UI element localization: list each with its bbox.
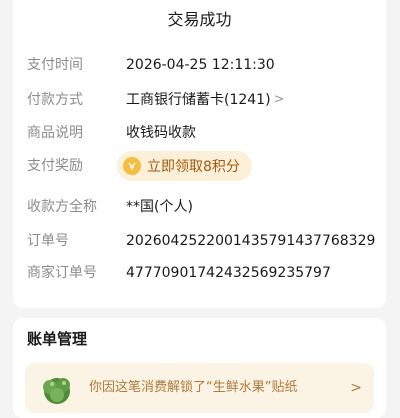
status-title: 交易成功 — [167, 10, 232, 29]
detail-row-pay-time: 支付时间 2026-04-25 12:11:30 — [13, 54, 386, 76]
detail-row-description: 商品说明 收钱码收款 — [13, 122, 386, 144]
chevron-right-icon: > — [350, 380, 362, 396]
description-value: 收钱码收款 — [126, 125, 196, 141]
payee-value: **国(个人) — [126, 199, 193, 215]
transaction-details-card: 交易成功 支付时间 2026-04-25 12:11:30 付款方式 工商银行储… — [13, 0, 386, 308]
order-id-value: 20260425220014357914377683​29 — [126, 233, 376, 249]
payment-method-text: 工商银行储蓄卡(1241) — [126, 92, 271, 108]
payment-method-value[interactable]: 工商银行储蓄卡(1241) > — [126, 89, 284, 111]
pay-time-value: 2026-04-25 12:11:30 — [126, 57, 275, 73]
coin-icon — [123, 157, 141, 175]
detail-row-payee: 收款方全称 **国(个人) — [13, 196, 386, 218]
pay-time-label: 支付时间 — [27, 57, 83, 73]
merchant-order-id-label: 商家订单号 — [27, 265, 97, 281]
detail-row-merchant-order-id: 商家订单号 477709017424325692357​97 — [13, 262, 386, 284]
payment-method-label: 付款方式 — [27, 92, 83, 108]
detail-row-order-id: 订单号 20260425220014357914377683​29 — [13, 230, 386, 252]
claim-points-text: 立即领取8积分 — [147, 159, 240, 175]
sticker-promo-text: 你因这笔消费解锁了“生鲜水果”贴纸 — [89, 380, 298, 395]
payee-label: 收款方全称 — [27, 199, 97, 215]
reward-label: 支付奖励 — [27, 158, 83, 174]
merchant-order-id-value: 477709017424325692357​97 — [126, 265, 331, 281]
claim-points-button[interactable]: 立即领取8积分 — [117, 151, 252, 181]
sticker-promo-banner[interactable]: 你因这笔消费解锁了“生鲜水果”贴纸 > — [25, 363, 374, 413]
chevron-right-icon: > — [273, 92, 285, 107]
fruit-sticker-icon — [37, 369, 77, 409]
bill-management-title: 账单管理 — [27, 330, 88, 348]
detail-row-payment-method[interactable]: 付款方式 工商银行储蓄卡(1241) > — [13, 89, 386, 111]
order-id-label: 订单号 — [27, 233, 69, 249]
detail-row-reward: 支付奖励 立即领取8积分 — [13, 151, 386, 181]
bill-management-card: 账单管理 你因这笔消费解锁了“生鲜水果”贴纸 > — [13, 318, 386, 418]
description-label: 商品说明 — [27, 125, 83, 141]
